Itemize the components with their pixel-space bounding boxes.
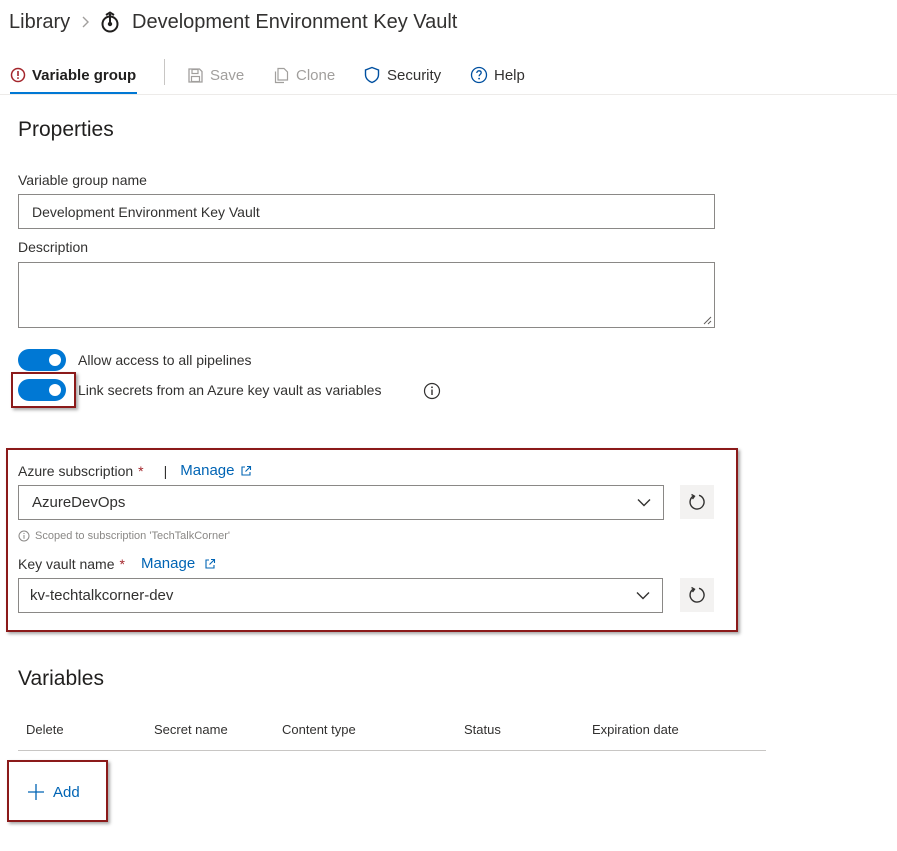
column-header-delete: Delete: [26, 722, 64, 737]
external-link-icon: [241, 465, 252, 476]
help-icon: [470, 66, 488, 84]
column-header-secret-name: Secret name: [154, 722, 228, 737]
key-vault-name-label: Key vault name: [18, 555, 115, 572]
save-label: Save: [210, 66, 245, 84]
active-tab-indicator: [10, 92, 137, 94]
refresh-key-vault-button[interactable]: [680, 578, 714, 612]
chevron-right-icon: [82, 16, 89, 28]
tab-label: Variable group: [32, 66, 137, 84]
scope-note: Scoped to subscription 'TechTalkCorner': [35, 530, 230, 542]
table-header-divider: [18, 750, 766, 751]
link-key-vault-toggle[interactable]: [18, 379, 66, 401]
help-label: Help: [494, 66, 525, 84]
variable-group-name-input[interactable]: Development Environment Key Vault: [18, 194, 715, 229]
add-icon: [28, 784, 44, 800]
variable-group-name-label: Variable group name: [18, 172, 147, 188]
tab-variable-group[interactable]: Variable group: [10, 55, 136, 95]
security-button[interactable]: Security: [363, 55, 441, 95]
column-header-expiration-date: Expiration date: [592, 722, 679, 737]
allow-all-pipelines-toggle[interactable]: [18, 349, 66, 371]
description-textarea[interactable]: [18, 262, 715, 328]
variable-group-icon: [101, 11, 119, 33]
chevron-down-icon: [636, 591, 650, 599]
info-icon: [18, 530, 30, 542]
link-key-vault-label: Link secrets from an Azure key vault as …: [78, 382, 382, 398]
key-vault-name-dropdown[interactable]: kv-techtalkcorner-dev: [18, 578, 663, 613]
required-marker: *: [138, 462, 144, 479]
clone-label: Clone: [296, 66, 336, 84]
azure-subscription-dropdown[interactable]: AzureDevOps: [18, 485, 664, 520]
refresh-icon: [689, 493, 705, 510]
save-button[interactable]: Save: [187, 55, 244, 95]
toggle-knob: [49, 354, 61, 366]
info-icon[interactable]: [423, 382, 441, 400]
refresh-subscription-button[interactable]: [680, 485, 714, 519]
add-label: Add: [53, 783, 80, 801]
key-vault-name-row: Key vault name * Manage: [18, 555, 216, 572]
refresh-icon: [689, 586, 705, 603]
column-header-content-type: Content type: [282, 722, 356, 737]
page-title: Development Environment Key Vault: [132, 11, 458, 33]
resize-grip-icon[interactable]: [703, 316, 712, 325]
breadcrumb-library-link[interactable]: Library: [9, 11, 70, 34]
error-circle-icon: [10, 67, 26, 83]
azure-subscription-value: AzureDevOps: [32, 494, 126, 511]
properties-heading: Properties: [18, 118, 114, 141]
chevron-down-icon: [637, 498, 651, 506]
toolbar-divider: [164, 59, 165, 85]
scope-note-row: Scoped to subscription 'TechTalkCorner': [18, 530, 230, 542]
help-button[interactable]: Help: [470, 55, 525, 95]
column-header-status: Status: [464, 722, 501, 737]
add-variable-button[interactable]: Add: [26, 782, 80, 802]
azure-subscription-row: Azure subscription * | Manage: [18, 462, 252, 479]
toggle-knob: [49, 384, 61, 396]
required-marker: *: [119, 555, 125, 572]
shield-icon: [364, 66, 380, 84]
description-label: Description: [18, 239, 89, 255]
save-icon: [188, 67, 203, 83]
azure-subscription-label: Azure subscription: [18, 462, 134, 479]
toolbar: Variable group Save Clone Security Help: [0, 55, 897, 95]
clone-button[interactable]: Clone: [273, 55, 335, 95]
variables-heading: Variables: [18, 667, 104, 690]
key-vault-name-value: kv-techtalkcorner-dev: [30, 587, 174, 604]
security-label: Security: [387, 66, 442, 84]
label-divider: |: [163, 462, 168, 479]
clone-icon: [274, 67, 289, 83]
manage-key-vault-link[interactable]: Manage: [141, 555, 195, 572]
allow-all-pipelines-label: Allow access to all pipelines: [78, 352, 252, 368]
manage-subscription-link[interactable]: Manage: [180, 462, 234, 479]
external-link-icon: [205, 558, 216, 569]
